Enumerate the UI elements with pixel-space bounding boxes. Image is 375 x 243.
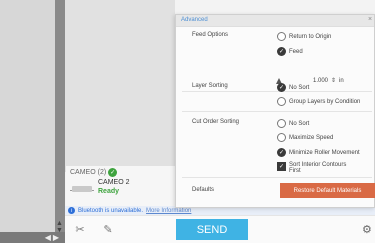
bluetooth-message: Bluetooth is unavailable. xyxy=(78,207,144,214)
device-name: CAMEO 2 xyxy=(98,179,130,186)
option-label: No Sort xyxy=(289,84,310,91)
option-label: Maximize Speed xyxy=(289,134,334,141)
radio-minimize-roller-movement[interactable]: ✓ Minimize Roller Movement xyxy=(277,148,360,157)
device-count-label: CAMEO (2) xyxy=(70,169,107,176)
feed-options-label: Feed Options xyxy=(192,32,229,38)
restore-default-materials-button[interactable]: Restore Default Materials xyxy=(280,183,375,198)
close-icon[interactable]: × xyxy=(368,16,372,23)
divider xyxy=(182,111,372,112)
stack-arrows[interactable]: ▲ ▼ xyxy=(56,220,63,234)
cutter-icon xyxy=(70,178,94,196)
radio-cut-no-sort[interactable]: No Sort xyxy=(277,119,309,128)
radio-group-layers-by-condition[interactable]: Group Layers by Condition xyxy=(277,97,360,106)
cut-tool-icon[interactable]: ✂ xyxy=(72,222,88,236)
device-status: Ready xyxy=(98,188,120,195)
left-panel-content xyxy=(0,0,55,232)
radio-icon xyxy=(277,119,286,128)
nav-right-icon[interactable]: ▶ xyxy=(53,233,59,242)
layer-sorting-label: Layer Sorting xyxy=(192,83,228,89)
cut-order-sorting-label: Cut Order Sorting xyxy=(192,119,240,125)
divider xyxy=(182,177,372,178)
checkbox-checked-icon: ✓ xyxy=(277,162,286,171)
arrow-up-icon[interactable]: ▲ xyxy=(56,220,63,227)
radio-selected-icon: ✓ xyxy=(277,47,286,56)
radio-icon xyxy=(277,32,286,41)
stepper-icon[interactable]: ⇕ xyxy=(331,77,336,84)
radio-return-to-origin[interactable]: Return to Origin xyxy=(277,32,331,41)
radio-layer-no-sort[interactable]: ✓ No Sort xyxy=(277,83,309,92)
radio-selected-icon: ✓ xyxy=(277,148,286,157)
advanced-panel: Advanced × Feed Options Return to Origin… xyxy=(175,14,375,208)
defaults-label: Defaults xyxy=(192,187,215,193)
nav-left-icon[interactable]: ◀ xyxy=(45,233,51,242)
radio-icon xyxy=(277,97,286,106)
radio-selected-icon: ✓ xyxy=(277,83,286,92)
send-button[interactable]: SEND xyxy=(176,219,248,240)
option-label: Feed xyxy=(289,48,303,55)
more-information-link[interactable]: More Information xyxy=(146,208,191,214)
feed-unit: in xyxy=(339,77,344,84)
check-icon: ✓ xyxy=(108,168,118,177)
radio-feed[interactable]: ✓ Feed xyxy=(277,47,303,56)
info-icon: i xyxy=(68,207,75,214)
checkbox-sort-interior-contours[interactable]: ✓ Sort Interior Contours First xyxy=(277,162,346,174)
device-list-header: CAMEO (2) ✓ xyxy=(70,168,118,177)
option-label: Minimize Roller Movement xyxy=(289,149,360,156)
pen-tool-icon[interactable]: ✎ xyxy=(100,222,116,236)
device-item[interactable]: CAMEO 2 Ready xyxy=(70,178,130,196)
gear-icon[interactable]: ⚙ xyxy=(362,223,372,236)
option-label: Group Layers by Condition xyxy=(289,98,361,105)
option-label: Return to Origin xyxy=(289,33,332,40)
arrow-down-icon[interactable]: ▼ xyxy=(56,227,63,234)
checkbox-label-line2: First xyxy=(289,168,301,174)
left-panel-divider[interactable] xyxy=(55,0,65,243)
option-label: No Sort xyxy=(289,120,310,127)
canvas-shaded-region xyxy=(65,0,175,172)
radio-icon xyxy=(277,133,286,142)
feed-value[interactable]: 1.000 xyxy=(313,78,328,84)
radio-maximize-speed[interactable]: Maximize Speed xyxy=(277,133,333,142)
panel-title: Advanced xyxy=(181,17,208,23)
